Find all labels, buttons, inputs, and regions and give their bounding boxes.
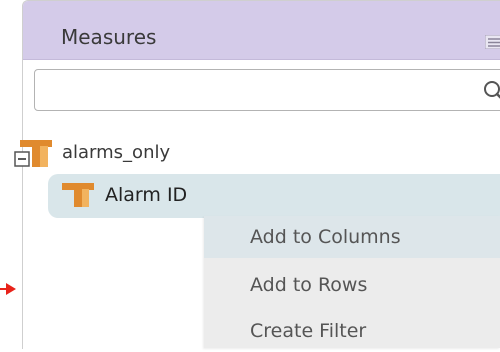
menu-item-create-filter[interactable]: Create Filter — [204, 310, 500, 352]
search-input[interactable] — [43, 76, 467, 106]
red-arrow-icon — [0, 283, 16, 295]
tree-root-label: alarms_only — [62, 142, 171, 163]
context-menu: Add to Columns Add to Rows Create Filter — [204, 216, 500, 348]
menu-item-add-to-columns[interactable]: Add to Columns — [204, 216, 500, 258]
panel-menu-icon[interactable] — [485, 35, 500, 49]
search-box[interactable] — [34, 69, 500, 111]
tree-item-alarm-id[interactable]: Alarm ID — [48, 174, 500, 218]
search-icon[interactable] — [482, 79, 500, 103]
menu-item-label: Add to Rows — [250, 274, 368, 296]
tree-child-label: Alarm ID — [105, 184, 188, 206]
hierarchy-collapse-icon[interactable] — [14, 138, 54, 168]
panel-header: Measures — [23, 1, 500, 60]
menu-item-label: Add to Columns — [250, 226, 401, 248]
dimension-icon — [62, 183, 94, 207]
panel-title: Measures — [61, 25, 157, 49]
menu-item-add-to-rows[interactable]: Add to Rows — [204, 264, 500, 306]
menu-item-label: Create Filter — [250, 320, 367, 342]
